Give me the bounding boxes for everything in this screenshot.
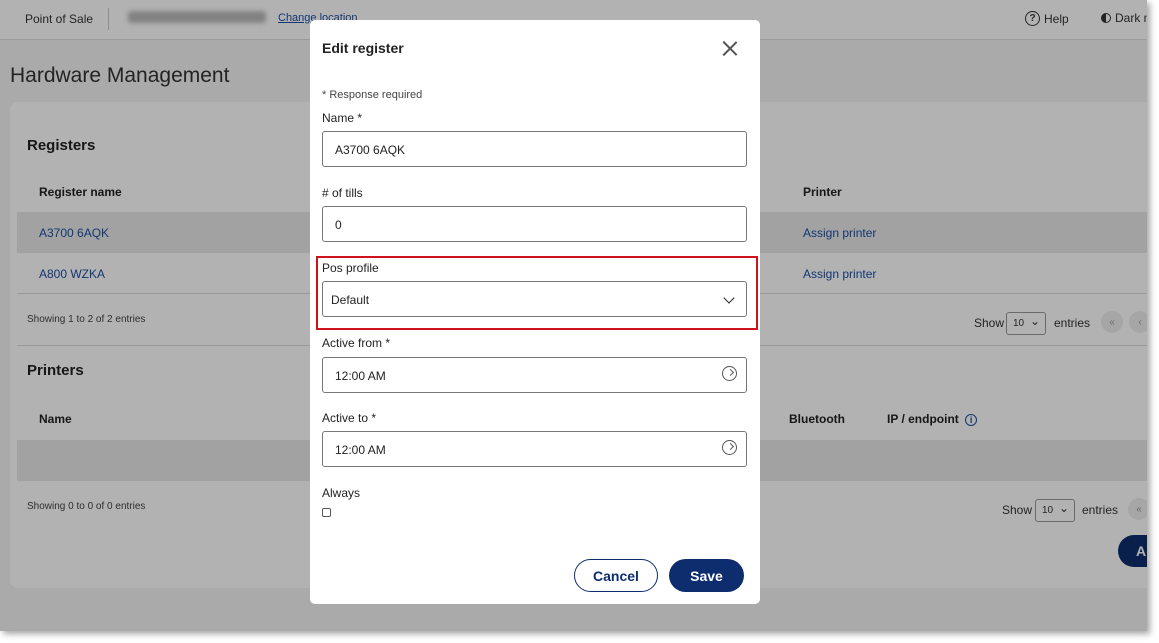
app-window: Point of Sale Change location ? Help Dar… [0, 0, 1147, 631]
chevron-down-icon [723, 292, 735, 304]
active-from-label: Active from * [322, 336, 391, 350]
pos-profile-label: Pos profile [322, 261, 379, 275]
active-from-input[interactable]: 12:00 AM [322, 357, 747, 393]
clock-icon[interactable] [722, 366, 737, 381]
active-from-value: 12:00 AM [335, 369, 386, 383]
close-icon[interactable] [720, 39, 740, 59]
always-checkbox[interactable] [322, 508, 331, 517]
edit-register-dialog: Edit register * Response required Name *… [310, 20, 760, 604]
active-to-label: Active to * [322, 411, 377, 425]
tills-input[interactable]: 0 [322, 206, 747, 242]
always-label: Always [322, 486, 361, 500]
name-value: A3700 6AQK [335, 143, 406, 157]
pos-profile-select[interactable]: Default [322, 281, 747, 317]
active-to-input[interactable]: 12:00 AM [322, 431, 747, 467]
cancel-button[interactable]: Cancel [574, 559, 658, 592]
clock-icon[interactable] [722, 440, 737, 455]
dialog-title: Edit register [322, 40, 404, 56]
tills-value: 0 [335, 218, 342, 232]
active-to-value: 12:00 AM [335, 443, 386, 457]
name-input[interactable]: A3700 6AQK [322, 131, 747, 167]
tills-label: # of tills [322, 186, 363, 200]
save-button[interactable]: Save [669, 559, 744, 592]
required-note: * Response required [322, 89, 423, 101]
name-label: Name * [322, 111, 363, 125]
pos-profile-value: Default [331, 293, 370, 307]
